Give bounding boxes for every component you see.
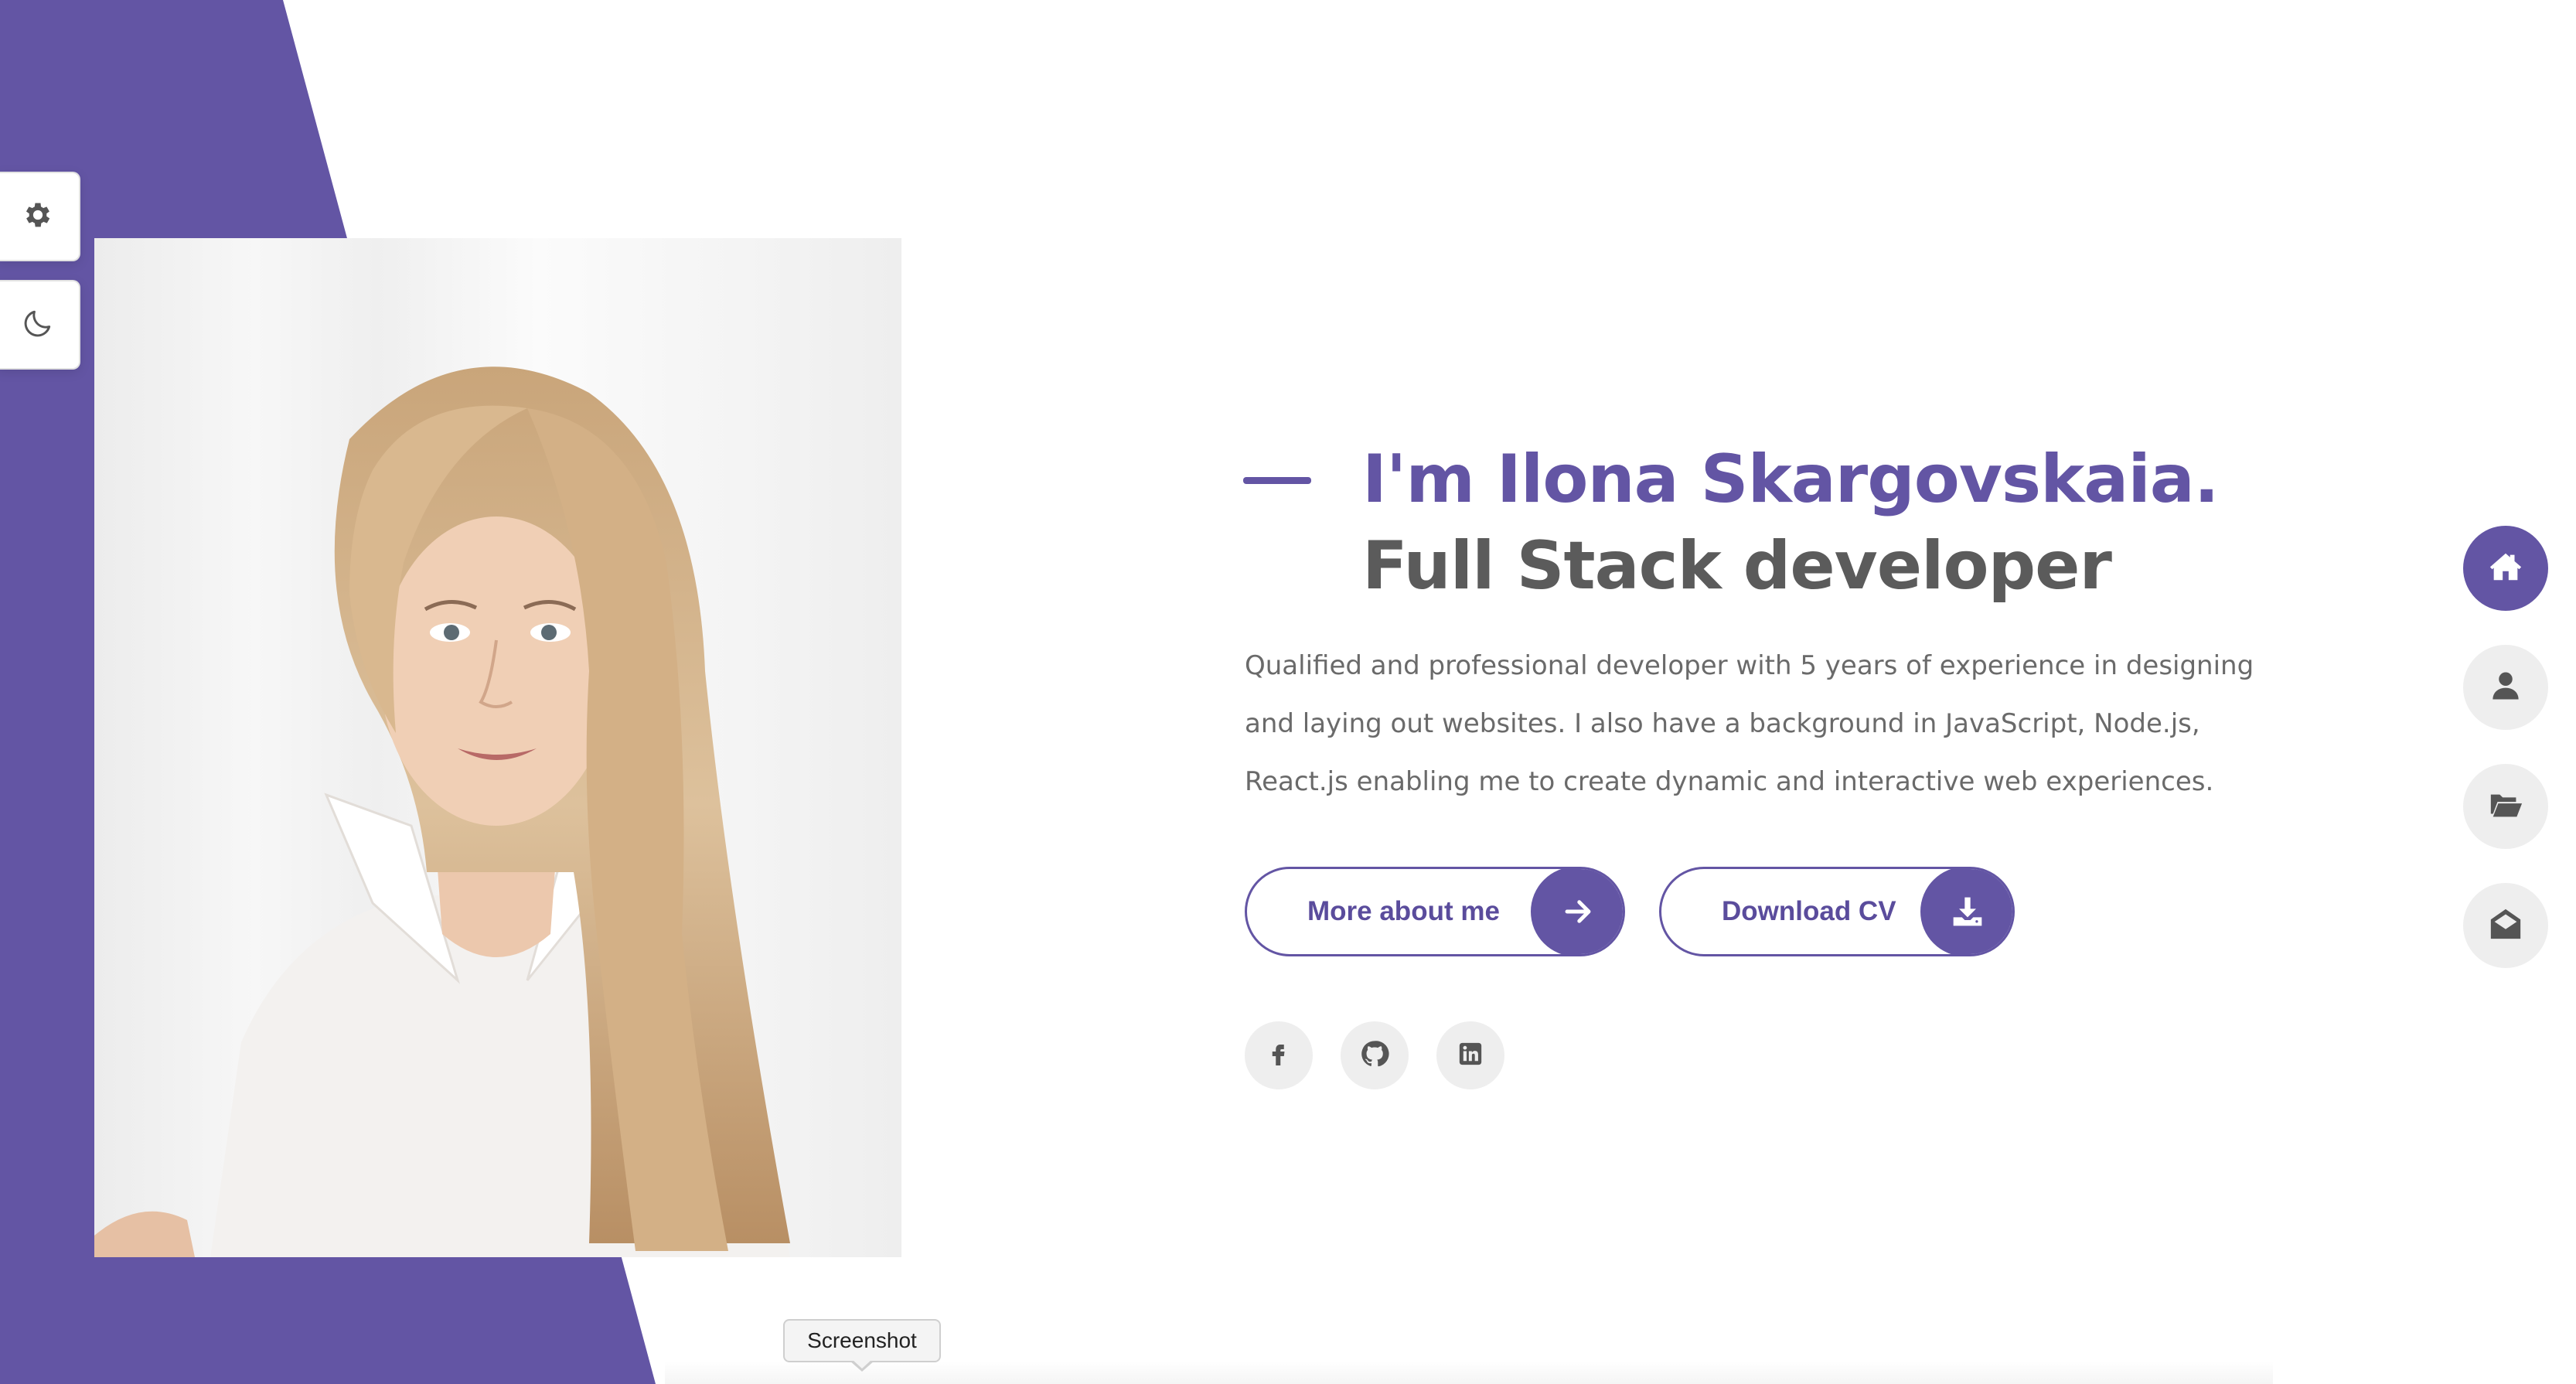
- home-icon: [2488, 549, 2523, 588]
- linkedin-icon: [1457, 1041, 1484, 1070]
- accent-dash: [1243, 477, 1311, 484]
- theme-toggle-button[interactable]: [0, 280, 80, 370]
- download-icon: [1920, 869, 2012, 954]
- screenshot-tooltip: Screenshot: [783, 1319, 941, 1362]
- bottom-shadow: [665, 1361, 2273, 1384]
- arrow-right-icon: [1531, 869, 1623, 954]
- more-about-me-button[interactable]: More about me: [1245, 867, 1625, 956]
- download-cv-label: Download CV: [1722, 896, 1896, 926]
- hero-description: Qualified and professional developer wit…: [1245, 650, 2254, 797]
- more-about-me-label: More about me: [1307, 896, 1500, 926]
- nav-about[interactable]: [2463, 645, 2548, 730]
- settings-button[interactable]: [0, 172, 80, 261]
- page: I'm Ilona Skargovskaia. Full Stack devel…: [0, 0, 2576, 1384]
- facebook-link[interactable]: [1245, 1021, 1313, 1089]
- folder-open-icon: [2488, 787, 2523, 826]
- tooltip-tail-inner: [852, 1359, 872, 1369]
- gear-icon: [22, 199, 54, 234]
- nav-portfolio[interactable]: [2463, 764, 2548, 849]
- envelope-open-icon: [2488, 906, 2523, 945]
- github-icon: [1360, 1039, 1389, 1072]
- nav-contact[interactable]: [2463, 883, 2548, 968]
- github-link[interactable]: [1341, 1021, 1409, 1089]
- hero-name: I'm Ilona Skargovskaia.: [1362, 441, 2220, 518]
- user-icon: [2489, 670, 2522, 705]
- download-cv-button[interactable]: Download CV: [1659, 867, 2015, 956]
- linkedin-link[interactable]: [1436, 1021, 1504, 1089]
- facebook-icon: [1265, 1040, 1293, 1071]
- nav-home[interactable]: [2463, 526, 2548, 611]
- moon-icon: [21, 306, 55, 343]
- hero-role: Full Stack developer: [1362, 527, 2112, 605]
- portrait-photo: [94, 238, 901, 1257]
